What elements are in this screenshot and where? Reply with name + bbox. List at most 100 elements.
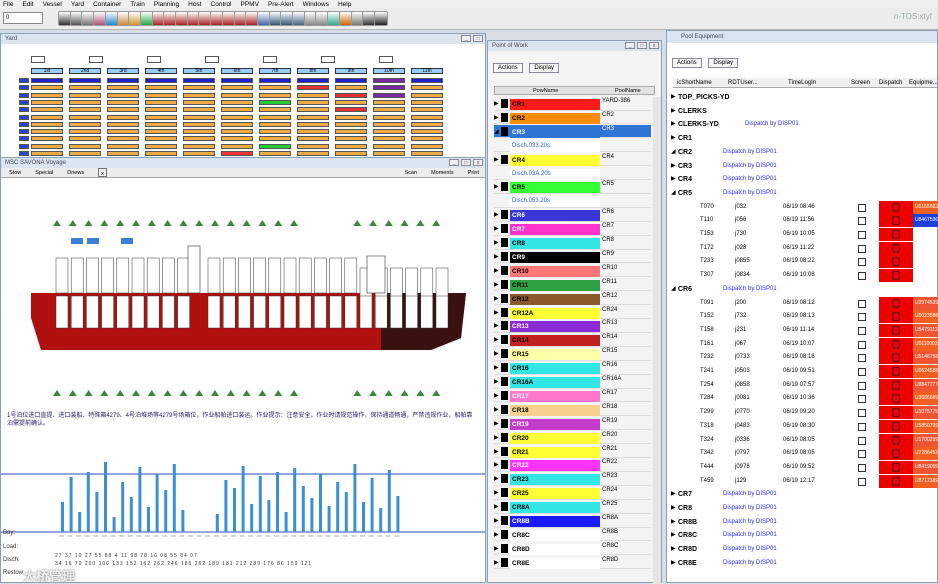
close-icon[interactable]: x [98,168,107,177]
deck-stack[interactable] [329,257,342,294]
yard-slot[interactable] [373,114,405,120]
crane-icon[interactable] [416,220,425,226]
yard-slot[interactable] [411,121,443,127]
screen-checkbox[interactable] [858,203,866,212]
crane-icon[interactable] [258,390,267,396]
menu-control[interactable]: Control [211,1,232,8]
pool-group-row[interactable]: ▶ TOP_PICKS-YD [671,91,937,105]
col-powname[interactable]: PowName [533,88,558,94]
expand-icon[interactable]: ▶ [494,211,499,218]
pow-row[interactable]: ▶ CR12 CR12 [494,292,651,306]
yard-slot[interactable] [69,136,101,142]
expand-icon[interactable]: ▶ [671,516,676,530]
vessel-marker[interactable] [121,238,133,244]
crane-icon[interactable] [100,390,109,396]
dispatch-cell[interactable] [879,419,913,433]
yard-slot[interactable] [221,136,253,142]
pool-equipment-row[interactable]: T091 j200 06/19 08:12 U2974539 [673,296,938,311]
expand-icon[interactable]: ▶ [671,91,676,105]
pool-group-row[interactable]: ▶ CR3 Dispatch by DISP01 [671,160,937,174]
dispatch-cell[interactable] [879,337,913,351]
yard-slot[interactable] [259,136,291,142]
yard-slot[interactable] [411,129,443,135]
bay-bar[interactable] [241,466,245,532]
yard-slot[interactable] [69,107,101,113]
yard-slot[interactable] [373,121,405,127]
pow-row[interactable]: ▶ CR8D CR8C [494,542,651,556]
crane-icon[interactable] [353,390,362,396]
pool-group-row[interactable]: ▶ CR8E Dispatch by DISP01 [671,557,937,571]
pool-equipment-row[interactable]: T110 j056 06/19 11:56 U8467596 [673,214,938,228]
yard-slot[interactable] [183,114,215,120]
dispatch-cell[interactable] [879,351,913,365]
minimize-icon[interactable]: _ [625,42,635,49]
yard-slot[interactable] [107,121,139,127]
expand-icon[interactable]: ▶ [494,322,499,329]
pool-equipment-row[interactable]: T153 j730 06/19 10:05 [673,228,937,242]
bay-bar[interactable] [104,462,107,532]
yard-slot[interactable] [259,78,291,83]
dispatch-cell[interactable] [879,296,913,310]
screen-checkbox[interactable] [858,463,866,472]
yard-slot[interactable] [221,85,253,91]
yard-slot[interactable] [259,143,291,149]
expand-icon[interactable]: ▶ [494,461,499,468]
expand-icon[interactable]: ▶ [494,378,499,385]
crane-icon[interactable] [384,220,393,226]
yard-block-label[interactable]: 8th [297,68,329,74]
pow-row[interactable]: ▶ CR19 CR19 [494,417,651,431]
pow-row[interactable]: ▶ CR23 CR23 [494,472,651,486]
yard-slot[interactable] [69,151,101,156]
yard-slot[interactable] [297,99,329,105]
yard-slot[interactable] [335,99,367,105]
pow-row[interactable]: ▶ CR13 CR13 [494,319,651,333]
yard-slot[interactable] [145,114,177,120]
crane-icon[interactable] [163,220,172,226]
yard-slot[interactable] [373,107,405,113]
pow-row[interactable]: ▶ CR14 CR14 [494,333,651,347]
bay-bar[interactable] [379,508,383,532]
screen-checkbox[interactable] [858,422,866,431]
screen-checkbox[interactable] [858,436,866,445]
yard-slot[interactable] [31,129,63,135]
yard-slot[interactable] [259,121,291,127]
yard-slot[interactable] [259,151,291,156]
yard-slot[interactable] [107,85,139,91]
col-dispatch[interactable]: Dispatch [879,78,902,88]
yard-slot[interactable] [31,121,63,127]
pow-row[interactable]: ▶ CR8A CR25 [494,500,651,514]
expand-icon[interactable]: ▶ [671,118,676,132]
dispatch-cell[interactable] [879,433,913,447]
bay-bar[interactable] [396,496,400,532]
yard-block-label[interactable]: 5th [183,68,215,74]
screen-checkbox[interactable] [858,258,866,267]
crane-icon[interactable] [116,220,125,226]
crane-icon[interactable] [432,390,441,396]
yard-slot[interactable] [107,151,139,156]
crane-icon[interactable] [132,390,140,396]
tab-special[interactable]: Special [35,168,53,177]
close-icon[interactable]: x [473,159,483,166]
hold-stack[interactable] [283,295,297,329]
yard-slot[interactable] [335,143,367,149]
yard-slot[interactable] [297,129,329,135]
yard-slot[interactable] [183,99,215,105]
crane-icon[interactable] [211,390,219,396]
deck-stack[interactable] [238,257,251,294]
screen-checkbox[interactable] [858,340,866,349]
pow-row[interactable]: ▶ CR5 CR5 [494,180,651,194]
yard-slot[interactable] [183,143,215,149]
crane-icon[interactable] [179,390,188,396]
pool-display-button[interactable]: Display [708,58,739,68]
deck-stack[interactable] [55,257,69,294]
yard-slot[interactable] [373,129,405,135]
expand-icon[interactable]: ▶ [671,173,676,187]
pow-row[interactable]: ▶ CR16 CR16 [494,361,651,375]
col-equipment[interactable]: Equipme... [909,78,938,88]
yard-slot[interactable] [335,92,367,98]
screen-checkbox[interactable] [858,450,866,459]
yard-block-label[interactable]: 4th [145,68,177,74]
pool-group-row[interactable]: ▶ CR1 [671,132,937,146]
col-screen[interactable]: Screen [851,78,870,88]
bay-bar[interactable] [284,512,288,532]
